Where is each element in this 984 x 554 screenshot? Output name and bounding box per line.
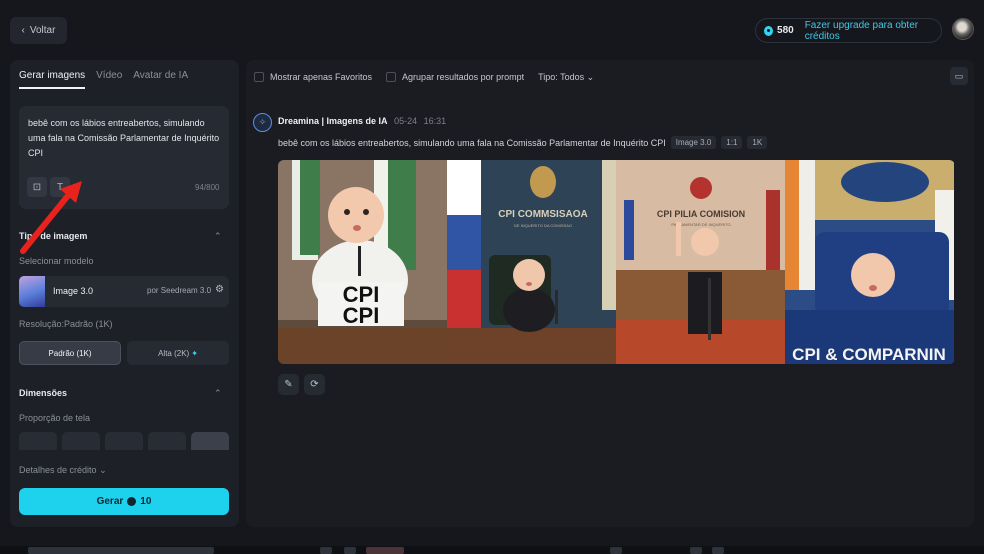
regenerate-icon[interactable]: ⟳: [304, 374, 325, 395]
tab-ai-avatar[interactable]: Avatar de IA: [133, 70, 188, 89]
chevron-up-icon[interactable]: ⌃: [214, 231, 222, 242]
credit-coin-icon: [764, 25, 774, 36]
generate-cost: 10: [140, 496, 152, 507]
ratio-tag: 1:1: [721, 136, 743, 149]
aspect-option[interactable]: [105, 432, 143, 450]
user-avatar[interactable]: [952, 18, 974, 40]
cpi-sign-text-2: CPI: [343, 303, 380, 328]
model-thumbnail: [19, 276, 45, 307]
favorites-filter-label: Mostrar apenas Favoritos: [270, 72, 373, 82]
taskbar-app[interactable]: [712, 547, 724, 554]
resolution-standard-label: Padrão (1K): [48, 348, 92, 358]
aspect-option[interactable]: [19, 432, 57, 450]
aspect-ratio-options: [19, 432, 229, 450]
generation-panel: Gerar imagens Vídeo Avatar de IA bebê co…: [10, 60, 239, 527]
prompt-text[interactable]: bebê com os lábios entreabertos, simulan…: [28, 116, 220, 161]
resolution-high-label: Alta (2K): [158, 348, 190, 358]
result-prompt-line: bebê com os lábios entreabertos, simulan…: [278, 136, 768, 149]
resolution-high-button[interactable]: Alta (2K) ✦: [127, 341, 229, 365]
aspect-option[interactable]: [148, 432, 186, 450]
dimensions-title: Dimensões: [19, 388, 68, 398]
upgrade-label: Fazer upgrade para obter créditos: [804, 19, 919, 42]
image-banner-subtext: DE INQUERITO DA COMISSAO: [514, 223, 572, 228]
model-tag: Image 3.0: [670, 136, 717, 149]
back-button[interactable]: ‹ Voltar: [10, 17, 67, 44]
credit-count: 580: [777, 25, 794, 36]
credit-coin-icon: [127, 497, 137, 506]
generate-label: Gerar: [96, 496, 124, 507]
credit-details-label: Detalhes de crédito: [19, 465, 97, 475]
char-counter: 94/800: [195, 183, 220, 192]
generated-images: CPI CPI CPI COMMSISAOA DE INQUERITO DA C…: [278, 160, 955, 364]
resolution-standard-button[interactable]: Padrão (1K): [19, 341, 121, 365]
back-label: Voltar: [29, 25, 56, 36]
aspect-option[interactable]: [191, 432, 229, 450]
source-time: 16:31: [423, 116, 447, 126]
taskbar-search[interactable]: [28, 547, 214, 554]
generated-image[interactable]: CPI COMMSISAOA DE INQUERITO DA COMISSAO: [447, 160, 616, 364]
taskbar-app[interactable]: [344, 547, 356, 554]
credit-details-toggle[interactable]: Detalhes de crédito ⌄: [19, 465, 107, 476]
tab-video[interactable]: Vídeo: [96, 70, 122, 89]
aspect-ratio-label: Proporção de tela: [19, 413, 91, 423]
generate-button[interactable]: Gerar 10: [19, 488, 229, 515]
chevron-down-icon: ⌄: [584, 71, 595, 82]
model-provider: por Seedream 3.0: [147, 286, 212, 295]
model-selector[interactable]: Image 3.0 por Seedream 3.0 ⚙: [19, 276, 229, 307]
chevron-down-icon: ⌄: [99, 465, 107, 475]
resolution-label: Resolução:Padrão (1K): [19, 319, 113, 329]
sliders-icon[interactable]: ⚙: [215, 284, 224, 295]
group-filter-label: Agrupar resultados por prompt: [402, 72, 525, 82]
top-bar: ‹ Voltar 580 Fazer upgrade para obter cr…: [0, 0, 984, 60]
group-by-prompt-filter[interactable]: Agrupar resultados por prompt: [386, 72, 524, 82]
mode-tabs: Gerar imagens Vídeo Avatar de IA: [19, 70, 188, 89]
checkbox[interactable]: [254, 72, 264, 82]
edit-icon[interactable]: ✎: [278, 374, 299, 395]
taskbar-app[interactable]: [366, 547, 404, 554]
type-filter-dropdown[interactable]: Tipo: Todos ⌄: [538, 72, 594, 83]
results-panel: Mostrar apenas Favoritos Agrupar resulta…: [246, 60, 974, 527]
result-source: Dreamina | Imagens de IA 05-24 16:31: [278, 116, 446, 126]
favorites-filter[interactable]: Mostrar apenas Favoritos: [254, 72, 372, 82]
aspect-option[interactable]: [62, 432, 100, 450]
checkbox[interactable]: [386, 72, 397, 82]
sparkle-icon: ✦: [191, 348, 198, 358]
resolution-tag: 1K: [747, 136, 768, 149]
filter-bar: Mostrar apenas Favoritos Agrupar resulta…: [254, 70, 608, 84]
generated-image[interactable]: CPI PILIA COMISION PARLAMENTAR DE INQUER…: [616, 160, 785, 364]
generated-image[interactable]: CPI & COMPARNIN: [785, 160, 954, 364]
type-filter-label: Tipo: Todos: [538, 72, 585, 82]
image-banner-text: CPI PILIA COMISION: [657, 209, 745, 219]
dreamina-logo-icon: ✧: [253, 113, 272, 132]
chevron-left-icon: ‹: [21, 25, 25, 36]
model-name: Image 3.0: [53, 286, 94, 296]
panel-icon[interactable]: ▭: [950, 67, 968, 85]
generated-image[interactable]: CPI CPI: [278, 160, 447, 364]
taskbar-app[interactable]: [610, 547, 622, 554]
result-prompt: bebê com os lábios entreabertos, simulan…: [278, 137, 666, 148]
taskbar: [0, 546, 984, 554]
tab-generate-images[interactable]: Gerar imagens: [19, 70, 86, 89]
chevron-up-icon[interactable]: ⌃: [214, 388, 222, 399]
cpi-sign-text: CPI & COMPARNIN: [792, 345, 946, 364]
red-arrow-annotation: [20, 181, 82, 254]
image-banner-text: CPI COMMSISAOA: [498, 209, 587, 220]
source-date: 05-24: [394, 116, 418, 126]
upgrade-credits-button[interactable]: 580 Fazer upgrade para obter créditos: [755, 18, 942, 43]
taskbar-app[interactable]: [320, 547, 332, 554]
source-name: Dreamina | Imagens de IA: [278, 116, 388, 126]
taskbar-app[interactable]: [690, 547, 702, 554]
